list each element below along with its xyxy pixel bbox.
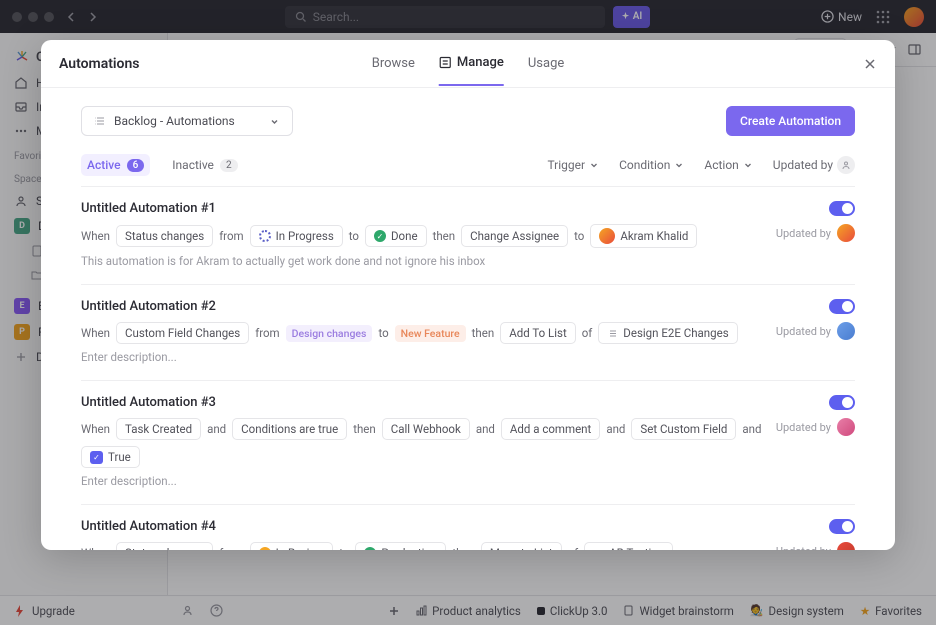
action-chip[interactable]: Move to List (481, 542, 562, 550)
filter-trigger[interactable]: Trigger (547, 158, 599, 172)
updated-by: Updated by (776, 542, 855, 550)
tab-usage[interactable]: Usage (528, 41, 564, 86)
avatar-icon[interactable] (837, 322, 855, 340)
avatar-icon[interactable] (837, 542, 855, 550)
close-icon (863, 57, 877, 71)
manage-icon (439, 56, 452, 69)
tag-chip[interactable]: New Feature (395, 325, 466, 342)
condition-chip[interactable]: Conditions are true (232, 418, 347, 440)
filter-condition[interactable]: Condition (619, 158, 684, 172)
automation-title[interactable]: Untitled Automation #3 (81, 395, 216, 410)
chevron-down-icon (589, 160, 599, 170)
list-chip[interactable]: AB Testing (584, 542, 673, 550)
action-chip[interactable]: Change Assignee (461, 225, 568, 247)
create-automation-button[interactable]: Create Automation (726, 106, 855, 136)
assignee-chip[interactable]: Akram Khalid (590, 224, 697, 248)
status-chip[interactable]: ✓Production (355, 542, 446, 550)
avatar-icon (599, 228, 615, 244)
list-chip[interactable]: Design E2E Changes (598, 322, 737, 344)
automation-item: Untitled Automation #1 When Status chang… (81, 186, 855, 284)
toggle-switch[interactable] (829, 395, 855, 410)
status-chip[interactable]: ✓Done (365, 225, 427, 247)
toggle-switch[interactable] (829, 201, 855, 216)
value-chip[interactable]: ✓True (81, 446, 140, 468)
toggle-switch[interactable] (829, 299, 855, 314)
avatar-icon[interactable] (837, 418, 855, 436)
automation-description[interactable]: Enter description... (81, 350, 776, 364)
action-chip[interactable]: Add To List (500, 322, 576, 344)
action-chip[interactable]: Add a comment (501, 418, 600, 440)
avatar-placeholder-icon (837, 156, 855, 174)
avatar-icon[interactable] (837, 224, 855, 242)
trigger-chip[interactable]: Status changes (116, 225, 213, 247)
review-icon (259, 547, 271, 550)
updated-by: Updated by (776, 322, 855, 340)
modal-overlay[interactable]: Automations Browse Manage Usage Backlog … (0, 0, 936, 625)
filter-active[interactable]: Active 6 (81, 154, 150, 176)
automation-title[interactable]: Untitled Automation #2 (81, 299, 216, 314)
tag-chip[interactable]: Design changes (286, 325, 373, 342)
automation-item: Untitled Automation #2 When Custom Field… (81, 284, 855, 380)
status-chip[interactable]: In Progress (250, 225, 343, 247)
trigger-chip[interactable]: Task Created (116, 418, 201, 440)
list-icon (607, 328, 618, 339)
automation-description[interactable]: Enter description... (81, 474, 776, 488)
automation-title[interactable]: Untitled Automation #1 (81, 201, 216, 216)
toggle-switch[interactable] (829, 519, 855, 534)
automation-title[interactable]: Untitled Automation #4 (81, 519, 216, 534)
automation-description[interactable]: This automation is for Akram to actually… (81, 254, 776, 268)
trigger-chip[interactable]: Status changes (116, 542, 213, 550)
automation-item: Untitled Automation #3 When Task Created… (81, 380, 855, 504)
list-icon (94, 115, 106, 127)
tab-manage[interactable]: Manage (439, 41, 504, 86)
action-chip[interactable]: Call Webhook (382, 418, 470, 440)
checkbox-checked-icon: ✓ (90, 451, 103, 464)
status-chip[interactable]: In Review (250, 542, 334, 550)
progress-icon (259, 230, 271, 242)
filter-action[interactable]: Action (704, 158, 752, 172)
tab-browse[interactable]: Browse (372, 41, 415, 86)
chevron-down-icon (674, 160, 684, 170)
trigger-chip[interactable]: Custom Field Changes (116, 322, 249, 344)
chevron-down-icon (743, 160, 753, 170)
close-button[interactable] (863, 57, 877, 71)
list-icon (593, 548, 604, 551)
automations-modal: Automations Browse Manage Usage Backlog … (41, 40, 895, 550)
filter-updated-by[interactable]: Updated by (773, 156, 855, 174)
done-icon: ✓ (374, 230, 386, 242)
action-chip[interactable]: Set Custom Field (631, 418, 736, 440)
filter-inactive[interactable]: Inactive 2 (166, 154, 243, 176)
automation-item: Untitled Automation #4 When Status chang… (81, 504, 855, 550)
done-icon: ✓ (364, 547, 376, 550)
updated-by: Updated by (776, 224, 855, 242)
chevron-down-icon (269, 116, 280, 127)
scope-selector[interactable]: Backlog - Automations (81, 106, 293, 136)
updated-by: Updated by (776, 418, 855, 436)
modal-title: Automations (59, 56, 140, 72)
